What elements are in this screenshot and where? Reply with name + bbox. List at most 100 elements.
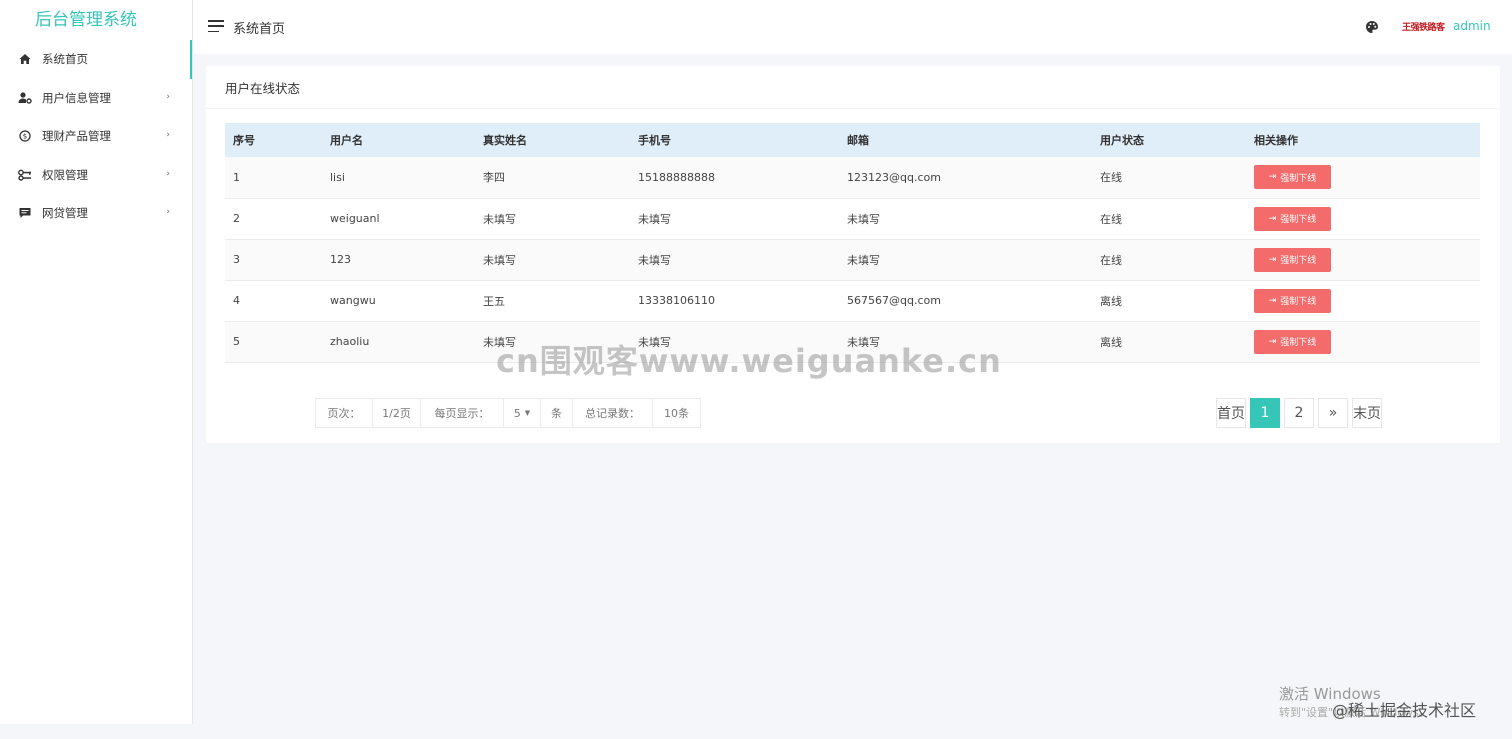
column-header: 手机号 (638, 134, 671, 147)
page-button-2[interactable]: 2 (1284, 398, 1314, 428)
cell-status: 离线 (1100, 294, 1122, 308)
sidebar-item-label: 权限管理 (42, 167, 88, 182)
last-page-button[interactable]: 末页 (1352, 398, 1382, 428)
sidebar-item-label: 网贷管理 (42, 206, 88, 221)
table-header-row: 序号 用户名 真实姓名 手机号 邮箱 用户状态 相关操作 (225, 123, 1480, 157)
total-value: 10条 (664, 407, 689, 420)
cell-status: 离线 (1100, 335, 1122, 349)
column-header: 用户状态 (1100, 134, 1144, 147)
total-label: 总记录数： (573, 399, 653, 427)
pagination-info: 页次： 1/2页 每页显示： 5 ▼ 条 总记录数： 10条 (315, 398, 701, 428)
column-header: 邮箱 (847, 134, 869, 147)
cell-id: 5 (233, 335, 240, 348)
force-offline-button[interactable]: ⇥ 强制下线 (1254, 288, 1331, 313)
cell-id: 2 (233, 212, 240, 225)
chevron-right-icon: › (166, 130, 170, 140)
cell-id: 4 (233, 294, 240, 307)
juejin-watermark: @稀土掘金技术社区 (1332, 701, 1477, 720)
button-label: 强制下线 (1280, 215, 1317, 225)
column-header: 相关操作 (1254, 134, 1298, 147)
cell-email: 未填写 (847, 253, 880, 267)
table-row: 3 123 未填写 未填写 未填写 在线 ⇥ 强制下线 (225, 239, 1480, 280)
sidebar-item-p2p-loans[interactable]: 网贷管理 › (0, 194, 192, 233)
palette-icon[interactable] (1365, 20, 1379, 34)
sidebar-item-label: 系统首页 (42, 52, 88, 67)
sign-out-icon: ⇥ (1268, 213, 1277, 224)
online-status-card: 用户在线状态 序号 用户名 真实姓名 手机号 邮箱 用户状态 相关操作 1 li… (206, 66, 1500, 443)
column-header: 序号 (233, 134, 255, 147)
cell-status: 在线 (1100, 212, 1122, 226)
online-users-table: 序号 用户名 真实姓名 手机号 邮箱 用户状态 相关操作 1 lisi 李四 1… (225, 123, 1480, 363)
force-offline-button[interactable]: ⇥ 强制下线 (1254, 206, 1331, 231)
cell-email: 123123@qq.com (847, 170, 941, 184)
sign-out-icon: ⇥ (1268, 336, 1277, 347)
cell-action: ⇥ 强制下线 (1246, 198, 1480, 239)
sidebar-item-home[interactable]: 系统首页 (0, 40, 192, 79)
cell-email: 未填写 (847, 212, 880, 226)
menu-toggle-icon[interactable] (208, 20, 224, 33)
cell-action: ⇥ 强制下线 (1246, 239, 1480, 280)
cell-username: 123 (330, 253, 351, 266)
button-label: 强制下线 (1280, 173, 1317, 184)
cell-phone: 未填写 (638, 253, 671, 267)
cell-realname: 李四 (483, 171, 505, 185)
per-page-value: 5 (513, 406, 521, 420)
cell-id: 1 (233, 170, 240, 184)
column-header: 用户名 (330, 134, 363, 147)
sidebar-item-label: 用户信息管理 (42, 90, 111, 105)
user-gear-icon (18, 91, 32, 105)
chevron-right-icon: › (166, 91, 170, 102)
cell-id: 3 (233, 253, 240, 266)
per-page-label: 每页显示： (421, 399, 504, 427)
comment-icon (18, 206, 32, 220)
sign-out-icon: ⇥ (1268, 172, 1277, 183)
home-icon (18, 52, 32, 66)
force-offline-button[interactable]: ⇥ 强制下线 (1254, 329, 1331, 354)
table-row: 2 weiguanl 未填写 未填写 未填写 在线 ⇥ 强制下线 (225, 198, 1480, 239)
cell-phone: 15188888888 (638, 170, 715, 184)
caret-down-icon: ▼ (524, 409, 531, 417)
user-avatar-signature: 王强铁路客 (1402, 23, 1445, 33)
table-row: 4 wangwu 王五 13338106110 567567@qq.com 离线… (225, 280, 1480, 321)
cell-email: 未填写 (847, 335, 880, 349)
sidebar-item-permissions[interactable]: 权限管理 › (0, 156, 192, 195)
cell-action: ⇥ 强制下线 (1246, 280, 1480, 321)
sidebar-item-label: 理财产品管理 (42, 129, 111, 144)
cell-status: 在线 (1100, 171, 1122, 185)
sidebar-item-finance-products[interactable]: $ 理财产品管理 › (0, 117, 192, 156)
card-title: 用户在线状态 (206, 66, 1500, 109)
money-circle-icon: $ (18, 129, 32, 143)
page-label: 页次： (316, 399, 373, 427)
first-page-button[interactable]: 首页 (1216, 398, 1246, 428)
key-icon (18, 168, 32, 182)
pagination: 首页 1 2 » 末页 (1216, 398, 1386, 428)
cell-realname: 王五 (483, 294, 505, 308)
sidebar-item-user-info[interactable]: 用户信息管理 › (0, 79, 192, 118)
button-label: 强制下线 (1280, 256, 1317, 266)
column-header: 真实姓名 (483, 134, 527, 147)
next-page-button[interactable]: » (1318, 398, 1348, 428)
sidebar: 后台管理系统 系统首页 用户信息管理 › $ 理财产品管理 › 权限管理 › 网… (0, 0, 193, 724)
page-value: 1/2页 (373, 399, 421, 427)
cell-status: 在线 (1100, 253, 1122, 267)
table-row: 1 lisi 李四 15188888888 123123@qq.com 在线 ⇥… (225, 157, 1480, 198)
top-header: 系统首页 王强铁路客 admin (193, 0, 1512, 54)
per-page-select[interactable]: 5 ▼ (504, 399, 541, 427)
page-title: 系统首页 (233, 22, 286, 37)
force-offline-button[interactable]: ⇥ 强制下线 (1254, 165, 1331, 190)
cell-username: zhaoliu (330, 335, 370, 348)
cell-realname: 未填写 (483, 212, 516, 226)
sign-out-icon: ⇥ (1268, 254, 1277, 265)
cell-username: weiguanl (330, 212, 380, 225)
svg-text:$: $ (23, 133, 27, 141)
button-label: 强制下线 (1280, 338, 1317, 348)
sign-out-icon: ⇥ (1268, 295, 1277, 306)
user-name-link[interactable]: admin (1453, 19, 1491, 33)
cell-username: wangwu (330, 294, 376, 307)
cell-realname: 未填写 (483, 253, 516, 267)
page-button-1[interactable]: 1 (1250, 398, 1280, 428)
cell-email: 567567@qq.com (847, 294, 941, 307)
table-row: 5 zhaoliu 未填写 未填写 未填写 离线 ⇥ 强制下线 (225, 321, 1480, 362)
cell-phone: 未填写 (638, 335, 671, 349)
force-offline-button[interactable]: ⇥ 强制下线 (1254, 247, 1331, 272)
